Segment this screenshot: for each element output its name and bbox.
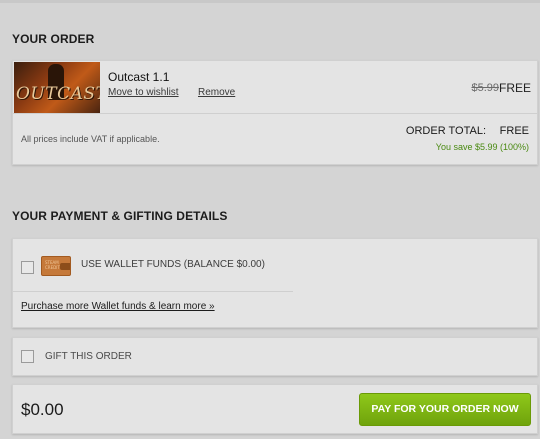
checkout-total: $0.00 — [21, 400, 64, 419]
item-price: FREE — [498, 81, 531, 95]
game-thumbnail[interactable]: OUTCAST — [14, 62, 100, 113]
checkout-panel: $0.00 PAY FOR YOUR ORDER NOW — [12, 384, 538, 434]
gift-checkbox[interactable] — [21, 350, 34, 363]
purchase-wallet-funds-link[interactable]: Purchase more Wallet funds & learn more … — [21, 301, 215, 312]
order-total-value: FREE — [499, 125, 529, 137]
gift-panel: GIFT THIS ORDER — [12, 337, 538, 376]
gift-label[interactable]: GIFT THIS ORDER — [45, 351, 132, 362]
pay-now-button[interactable]: PAY FOR YOUR ORDER NOW — [359, 393, 531, 426]
wallet-funds-checkbox[interactable] — [21, 261, 34, 274]
top-divider — [0, 0, 540, 3]
wallet-icon: STEAM CREDIT — [41, 256, 71, 276]
order-section-title: YOUR ORDER — [12, 32, 95, 46]
remove-link[interactable]: Remove — [198, 87, 235, 98]
wallet-strap — [60, 263, 70, 270]
vat-note: All prices include VAT if applicable. — [21, 134, 160, 144]
wallet-divider — [13, 291, 293, 292]
wallet-panel: STEAM CREDIT USE WALLET FUNDS (BALANCE $… — [12, 238, 538, 328]
savings-text: You save $5.99 (100%) — [435, 142, 529, 152]
order-total-label: ORDER TOTAL: — [405, 125, 486, 137]
cart-item-row: OUTCAST Outcast 1.1 Move to wishlist Rem… — [13, 61, 537, 114]
thumbnail-logo: OUTCAST — [16, 84, 100, 104]
item-title[interactable]: Outcast 1.1 — [108, 70, 169, 84]
move-to-wishlist-link[interactable]: Move to wishlist — [108, 87, 179, 98]
payment-section-title: YOUR PAYMENT & GIFTING DETAILS — [12, 209, 228, 223]
original-price: $5.99 — [471, 82, 499, 94]
order-panel: OUTCAST Outcast 1.1 Move to wishlist Rem… — [12, 60, 538, 165]
wallet-funds-label[interactable]: USE WALLET FUNDS (BALANCE $0.00) — [81, 259, 265, 270]
